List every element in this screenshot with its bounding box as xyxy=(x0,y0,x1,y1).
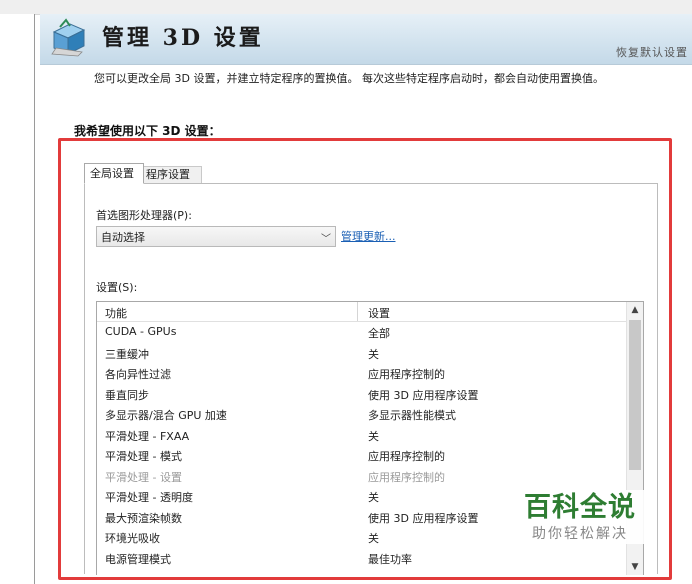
page-title: 管理 3D 设置 xyxy=(102,25,264,51)
watermark-title: 百科全说 xyxy=(524,492,636,523)
section-label: 我希望使用以下 3D 设置： xyxy=(74,124,221,138)
navigation-tree-pane[interactable] xyxy=(0,14,35,584)
window-top-strip xyxy=(0,0,692,15)
tab-global-settings[interactable]: 全局设置 xyxy=(84,163,144,184)
nvidia-3d-cube-icon xyxy=(51,18,86,57)
restore-defaults-link[interactable]: 恢复默认设置 xyxy=(616,44,688,60)
watermark-subtitle: 助你轻松解决 xyxy=(532,526,628,542)
watermark-logo: 百科全说 助你轻松解决 xyxy=(512,490,648,544)
page-header: 管理 3D 设置 恢复默认设置 xyxy=(40,14,692,65)
page-description: 您可以更改全局 3D 设置，并建立特定程序的置换值。 每次这些特定程序启动时，都… xyxy=(94,72,604,85)
